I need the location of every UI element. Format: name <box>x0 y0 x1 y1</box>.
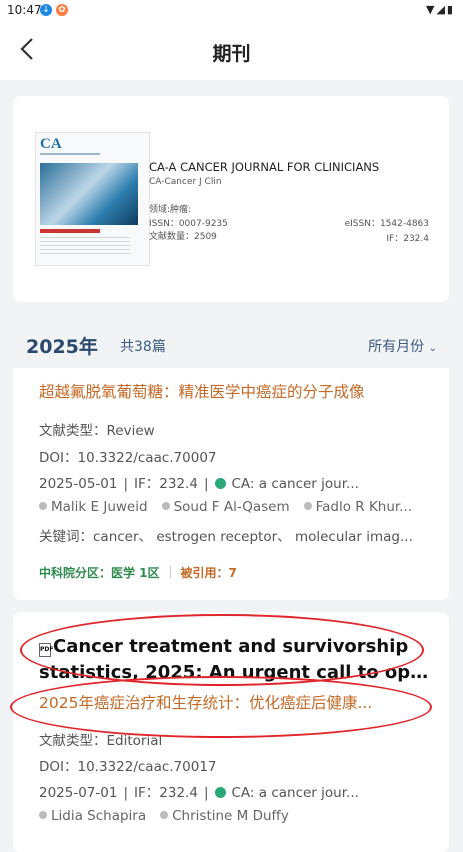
journal-abbr: CA-Cancer J Clin <box>149 177 222 187</box>
top-bar: 期刊 <box>0 22 463 80</box>
author-icon <box>160 811 169 819</box>
author-item[interactable]: Soud F Al-Qasem <box>161 499 290 515</box>
author-icon <box>161 502 170 510</box>
journal-article-count: 文献数量：2509 <box>149 232 217 242</box>
article-doi[interactable]: DOI：10.3322/caac.70007 <box>39 446 217 466</box>
article-date: 2025-07-01 <box>39 785 118 801</box>
author-item[interactable]: Fadlo R Khur... <box>303 499 412 515</box>
cited-count-tag: 被引用：7 <box>180 566 237 580</box>
chevron-down-icon: ⌄ <box>428 343 437 354</box>
author-icon <box>39 502 47 510</box>
article-tags: 中科院分区：医学 1区 被引用：7 <box>39 564 237 581</box>
article-meta-row: 2025-07-01 | IF：232.4 | CA: a cancer jour... <box>39 785 359 801</box>
article-title-cn: 超越氟脱氧葡萄糖：精准医学中癌症的分子成像 <box>39 383 365 401</box>
article-card[interactable]: 超越氟脱氧葡萄糖：精准医学中癌症的分子成像 文献类型：Review DOI：10… <box>13 368 449 600</box>
author-list: Lidia Schapira Christine M Duffy <box>39 808 303 824</box>
status-time: 10:47 <box>7 3 42 17</box>
article-keywords: 关键词：cancer、 estrogen receptor、 molecular… <box>39 529 413 545</box>
journal-field: 领域:肿瘤: <box>149 205 192 215</box>
journal-issn: ISSN：0007-9235 <box>149 219 228 229</box>
page-title: 期刊 <box>212 43 251 65</box>
author-icon <box>39 811 47 819</box>
article-type: 文献类型：Review <box>39 423 155 439</box>
article-date: 2025-05-01 <box>39 476 118 492</box>
article-meta-row: 2025-05-01 | IF：232.4 | CA: a cancer jour... <box>39 476 359 492</box>
author-item[interactable]: Christine M Duffy <box>160 808 289 824</box>
author-list: Malik E Juweid Soud F Al-Qasem Fadlo R Khu… <box>39 499 426 515</box>
article-if: IF：232.4 <box>134 476 198 492</box>
author-item[interactable]: Lidia Schapira <box>39 808 146 824</box>
article-if: IF：232.4 <box>134 785 198 801</box>
article-doi[interactable]: DOI：10.3322/caac.70017 <box>39 755 217 775</box>
highlight-oval-cn-title <box>10 676 432 738</box>
author-item[interactable]: Malik E Juweid <box>39 499 148 515</box>
signal-battery-icons: ▼◢▮ <box>426 3 455 16</box>
journal-cover-image: CA <box>35 132 150 266</box>
notification-icon: ↓ <box>40 4 52 16</box>
article-journal: CA: a cancer jour... <box>231 476 359 492</box>
journal-card[interactable]: CA CA-A CANCER JOURNAL FOR CLINICIANS CA… <box>13 96 449 302</box>
author-icon <box>303 502 312 510</box>
filter-bar: 2025年 共38篇 所有月份 ⌄ <box>0 322 463 368</box>
cas-zone-tag: 中科院分区：医学 1区 <box>39 566 160 580</box>
article-count: 共38篇 <box>120 339 166 355</box>
journal-status-icon <box>214 478 226 489</box>
year-selector[interactable]: 2025年 <box>26 332 98 359</box>
status-bar: 10:47 ↓ ✿ ▼◢▮ <box>0 0 463 22</box>
article-journal: CA: a cancer jour... <box>231 785 359 801</box>
month-dropdown[interactable]: 所有月份 ⌄ <box>368 336 437 356</box>
journal-eissn: eISSN：1542-4863 <box>344 219 429 229</box>
journal-name: CA-A CANCER JOURNAL FOR CLINICIANS <box>149 160 380 174</box>
journal-if: IF：232.4 <box>386 234 429 244</box>
journal-status-icon <box>214 787 226 798</box>
app-notification-icon: ✿ <box>56 4 68 16</box>
